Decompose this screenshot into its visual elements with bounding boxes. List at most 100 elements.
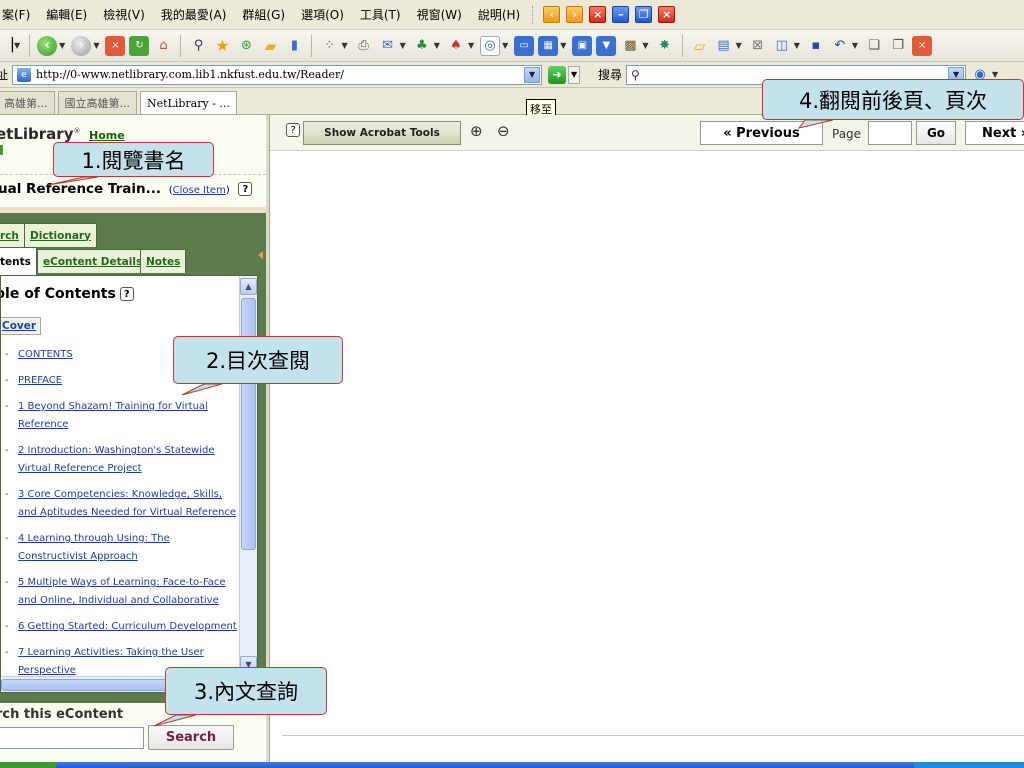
scroll-up-icon[interactable]: ▲ [240,278,257,295]
home-link[interactable]: Home [89,129,125,142]
chevron-down-icon[interactable]: ▼ [434,41,440,50]
folder-icon[interactable]: ▰ [260,36,280,56]
toc-link[interactable]: 1 Beyond Shazam! Training for Virtual Re… [18,401,208,430]
search-econtent-input[interactable] [0,727,144,749]
toc-link[interactable]: 5 Multiple Ways of Learning: Face-to-Fac… [18,577,226,606]
help-icon[interactable]: ? [238,182,253,196]
go-button[interactable]: Go [916,121,956,145]
address-input[interactable]: e http://0-www.netlibrary.com.lib1.nkfus… [12,64,543,85]
toc-link[interactable]: 4 Learning through Using: The Constructi… [18,533,170,562]
browser-tab-active[interactable]: NetLibrary - ... [140,91,237,114]
chevron-down-icon[interactable]: ▼ [992,70,998,79]
toc-link[interactable]: 3 Core Competencies: Knowledge, Skills, … [18,489,236,518]
browser-tab[interactable]: 國立高雄第... [57,91,137,114]
chevron-down-icon[interactable]: ▼ [568,65,581,84]
chevron-down-icon[interactable]: ▼ [524,66,541,83]
menu-tools[interactable]: 工具(T) [352,0,409,30]
browser-tab[interactable]: 高雄第... [0,91,55,114]
go-arrow-icon[interactable]: ➜ [548,65,567,84]
edit-icon[interactable]: ▤ [714,36,734,56]
menu-help[interactable]: 說明(H) [470,0,528,30]
print-icon[interactable]: ⎙ [354,36,374,56]
undo-icon[interactable]: ↶ [830,36,850,56]
globe-icon[interactable]: ◎ [480,35,501,56]
toc-cover-link[interactable]: Cover [1,317,42,335]
book-icon[interactable]: ▮ [284,36,304,56]
chevron-down-icon[interactable]: ▼ [341,41,347,50]
tab-econtent-details[interactable]: eContent Details [37,249,149,273]
tab-search[interactable]: rch [0,223,25,247]
history-icon[interactable]: ⊛ [236,36,256,56]
search-icon[interactable]: ⚲ [188,36,208,56]
chevron-down-icon[interactable]: ▼ [93,41,99,50]
toolbar-edge-icon[interactable]: ▕ [3,36,13,56]
start-button[interactable] [0,762,56,768]
users-icon[interactable]: ♠ [446,36,466,56]
menu-favorites[interactable]: 我的最愛(A) [153,0,235,30]
toc-link[interactable]: CONTENTS [18,349,73,360]
menu-groups[interactable]: 群組(G) [234,0,293,30]
stop-icon[interactable]: × [105,35,126,56]
save-icon[interactable]: ▪ [806,36,826,56]
menu-file[interactable]: 案(F) [0,0,38,30]
close-icon[interactable]: × [912,35,933,56]
show-acrobat-tools-button[interactable]: Show Acrobat Tools [303,121,461,145]
tab-notes[interactable]: Notes [140,249,187,273]
chevron-down-icon[interactable]: ▼ [794,41,800,50]
chevron-down-icon[interactable]: ▼ [502,41,508,50]
menu-window[interactable]: 視窗(W) [409,0,470,30]
minimize-icon[interactable]: – [612,6,630,23]
forward-icon[interactable]: › [71,35,92,56]
chevron-down-icon[interactable]: ▼ [852,41,858,50]
download-icon[interactable]: ▼ [596,35,617,56]
paste-icon[interactable]: ❐ [888,36,908,56]
help-icon[interactable]: ? [286,123,300,137]
tab-close-icon[interactable]: × [589,6,607,23]
refresh-icon[interactable]: ↻ [129,35,150,56]
help-icon[interactable]: ? [119,287,134,301]
open-folder-icon[interactable]: ▱ [690,36,710,56]
close-tab-icon[interactable]: ⊠ [748,36,768,56]
tab-prev-icon[interactable]: ‹ [543,6,561,23]
chevron-down-icon[interactable]: ▼ [642,41,648,50]
address-url[interactable]: http://0-www.netlibrary.com.lib1.nkfust.… [36,68,344,81]
mail-icon[interactable]: ✉ [378,36,398,56]
split-icon[interactable]: ◫ [772,36,792,56]
grid-icon[interactable]: ⁘ [319,36,339,56]
search-button[interactable]: Search [148,725,234,750]
favorites-star-icon[interactable]: ★ [212,36,232,56]
copy-icon[interactable]: ❏ [864,36,884,56]
tab-next-icon[interactable]: › [566,6,584,23]
tiles-icon[interactable]: ▦ [538,35,559,56]
new-tab-icon[interactable]: ▣ [572,35,593,56]
chevron-down-icon[interactable]: ▼ [400,41,406,50]
chevron-down-icon[interactable]: ▼ [14,41,20,50]
menu-view[interactable]: 檢視(V) [95,0,153,30]
package-icon[interactable]: ▩ [620,36,640,56]
back-icon[interactable]: ‹ [37,35,58,56]
home-icon[interactable]: ⌂ [153,36,173,56]
chevron-down-icon[interactable]: ▼ [59,41,65,50]
toc-link[interactable]: 2 Introduction: Washington's Statewide V… [18,445,214,474]
previous-button[interactable]: « Previous [700,121,823,145]
toc-link[interactable]: 6 Getting Started: Curriculum Developmen… [18,621,237,632]
restore-icon[interactable]: ❐ [635,6,653,23]
window-icon[interactable]: ▭ [514,35,535,56]
chevron-down-icon[interactable]: ▼ [560,41,566,50]
close-window-icon[interactable]: × [658,6,676,23]
zoom-in-icon[interactable]: ⊕ [470,122,483,140]
chevron-down-icon[interactable]: ▼ [468,41,474,50]
chevron-down-icon[interactable]: ▼ [736,41,742,50]
toc-link[interactable]: PREFACE [18,375,62,386]
collapse-arrow-icon[interactable] [258,251,263,259]
menu-edit[interactable]: 編輯(E) [38,0,95,30]
close-item-link[interactable]: Close Item [173,185,226,196]
people-icon[interactable]: ♣ [412,36,432,56]
next-button[interactable]: Next » [965,121,1024,145]
menu-options[interactable]: 選項(O) [293,0,352,30]
plugin-icon[interactable]: ✸ [655,36,675,56]
tab-dictionary[interactable]: Dictionary [24,223,97,247]
tab-contents[interactable]: tents [0,247,37,275]
page-number-input[interactable] [868,121,912,145]
zoom-out-icon[interactable]: ⊖ [497,122,510,140]
